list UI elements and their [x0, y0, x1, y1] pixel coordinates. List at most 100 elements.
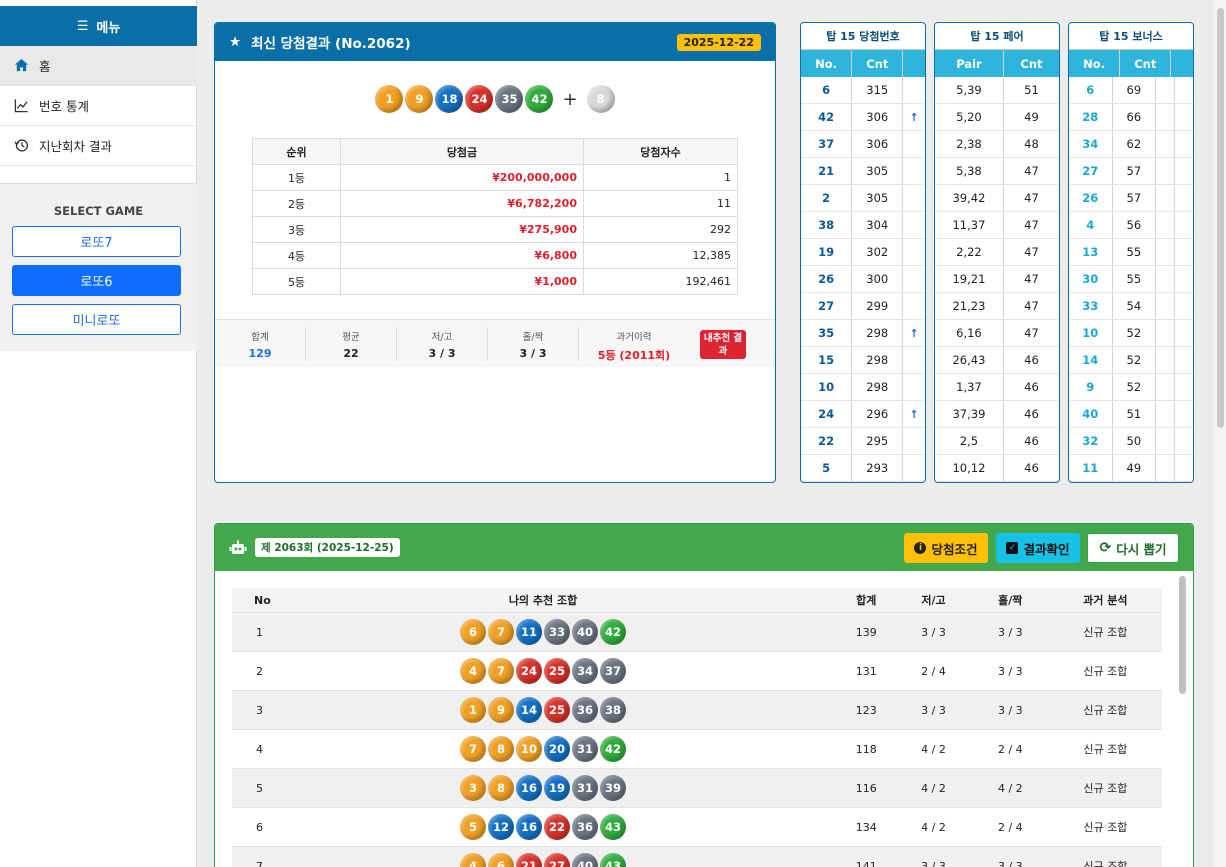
lotto-ball: 4: [460, 853, 487, 867]
table-row: 37 306: [801, 131, 925, 158]
lotto-ball: 10: [516, 736, 543, 762]
table-cell: 305: [852, 158, 904, 184]
game-button-miniloto[interactable]: 미니로또: [12, 304, 181, 335]
row-number: 4: [256, 742, 263, 756]
table-cell: 298: [852, 320, 904, 346]
row-sum: 141: [855, 859, 877, 867]
row-sum: 116: [855, 781, 877, 795]
sidebar-item-label: 지난회차 결과: [39, 139, 112, 154]
recommend-numbers: 7 8 10 20 31 42: [289, 736, 798, 762]
table-cell: 292: [583, 216, 738, 243]
stat-history: 과거이력 5등 (2011회): [597, 332, 671, 362]
row-number: 3: [256, 703, 263, 717]
row-low-high: 3 / 3: [921, 625, 946, 639]
table-cell: [1156, 212, 1175, 238]
row-sum: 118: [855, 742, 877, 756]
row-low-high: 2 / 4: [921, 664, 946, 678]
row-number: 5: [256, 781, 263, 795]
table-cell: 62: [1113, 131, 1157, 157]
table-cell: 30: [1069, 266, 1113, 292]
table-cell: [1156, 131, 1175, 157]
table-cell: 302: [852, 239, 904, 265]
history-icon: [14, 139, 29, 152]
sidebar-item-history[interactable]: 지난회차 결과: [0, 126, 197, 166]
table-cell: [903, 239, 925, 265]
sidebar-item-stats[interactable]: 번호 통계: [0, 86, 197, 126]
table-row: 14 52: [1069, 347, 1193, 374]
info-icon: i: [914, 542, 927, 554]
table-row: 11,37 47: [935, 212, 1059, 239]
table-cell: [903, 131, 925, 157]
recommend-numbers: 4 7 24 25 34 37: [289, 658, 798, 684]
my-recommend-result-button[interactable]: 내추천 결과: [700, 330, 746, 359]
table-cell: 46: [1024, 353, 1039, 367]
lotto-ball: 35: [495, 85, 524, 113]
lotto-ball: 9: [405, 85, 434, 113]
table-cell: 47: [1024, 272, 1039, 286]
lotto-ball: 24: [516, 658, 543, 684]
row-low-high: 4 / 2: [921, 781, 946, 795]
stat-low-high: 저/고 3 / 3: [397, 327, 488, 361]
stat-average: 평균 22: [306, 327, 397, 361]
table-row: 33 54: [1069, 293, 1193, 320]
row-odd-even: 3 / 3: [997, 664, 1023, 678]
table-cell: ¥200,000,000: [340, 164, 584, 191]
table-cell: 19: [801, 239, 853, 265]
menu-header[interactable]: ☰ 메뉴: [0, 6, 197, 46]
row-low-high: 4 / 2: [921, 742, 946, 756]
table-cell: [903, 212, 925, 238]
page-scrollbar[interactable]: [1214, 0, 1226, 867]
table-cell: [1156, 428, 1175, 454]
table-row: 21,23 47: [935, 293, 1059, 320]
lotto-ball: 43: [600, 814, 627, 840]
table-cell: 1등: [252, 164, 341, 191]
row-odd-even: 2 / 4: [997, 742, 1023, 756]
table-row: 6 69: [1069, 77, 1193, 104]
recommend-scrollbar[interactable]: [1179, 576, 1187, 867]
table-cell: 40: [1069, 401, 1113, 427]
game-button-loto7[interactable]: 로또7: [12, 226, 181, 257]
table-cell: 1: [583, 164, 738, 191]
lotto-ball: 31: [572, 775, 599, 801]
table-cell: 52: [1113, 320, 1157, 346]
lotto-ball: 9: [488, 697, 515, 723]
lotto-ball: 37: [600, 658, 627, 684]
table-row: 9 52: [1069, 374, 1193, 401]
table-cell: 295: [852, 428, 904, 454]
table-cell: 39,42: [935, 185, 1004, 211]
sidebar-item-home[interactable]: 홈: [0, 46, 197, 86]
table-row: 28 66: [1069, 104, 1193, 131]
bonus-ball: 8: [586, 85, 615, 113]
recommend-row: 7 4 6 21 27 40 43 141 3 / 3 3 / 3 신규 조합: [232, 846, 1162, 867]
lotto-ball: 7: [488, 619, 515, 645]
table-cell: 192,461: [583, 268, 738, 295]
result-stats-bar: 합계 129 평균 22 저/고 3 / 3 홀/짝 3 / 3 과거이력 5등 (201…: [215, 319, 775, 367]
table-cell: [903, 185, 925, 211]
table-cell: 10: [801, 374, 853, 400]
plus-sign: +: [562, 88, 578, 110]
table-row: 2,5 46: [935, 428, 1059, 455]
row-odd-even: 3 / 3: [997, 859, 1023, 867]
game-button-loto6[interactable]: 로또6: [12, 265, 181, 296]
redraw-button[interactable]: ⟳ 다시 뽑기: [1087, 533, 1179, 563]
top-numbers-title: 탑 15 당첨번호: [801, 23, 925, 50]
table-cell: 38: [801, 212, 853, 238]
win-conditions-button[interactable]: i 당첨조건: [904, 533, 988, 563]
table-cell: 11: [1069, 455, 1113, 481]
recommend-numbers: 6 7 11 33 40 42: [289, 619, 798, 645]
table-cell: 5등: [252, 268, 341, 295]
row-odd-even: 3 / 3: [997, 625, 1023, 639]
refresh-icon: ⟳: [1099, 540, 1112, 556]
table-cell: 50: [1113, 428, 1157, 454]
table-cell: ¥275,900: [340, 216, 584, 243]
table-cell: 24: [801, 401, 853, 427]
table-header: 순위: [252, 138, 341, 165]
table-row: 1등 ¥200,000,000 1: [252, 164, 738, 191]
table-row: 5,38 47: [935, 158, 1059, 185]
table-cell: 6,16: [935, 320, 1004, 346]
table-cell: [903, 266, 925, 292]
check-result-button[interactable]: ✓ 결과확인: [996, 533, 1080, 563]
table-cell: 305: [852, 185, 904, 211]
table-cell: 47: [1024, 299, 1039, 313]
table-cell: [1156, 347, 1175, 373]
